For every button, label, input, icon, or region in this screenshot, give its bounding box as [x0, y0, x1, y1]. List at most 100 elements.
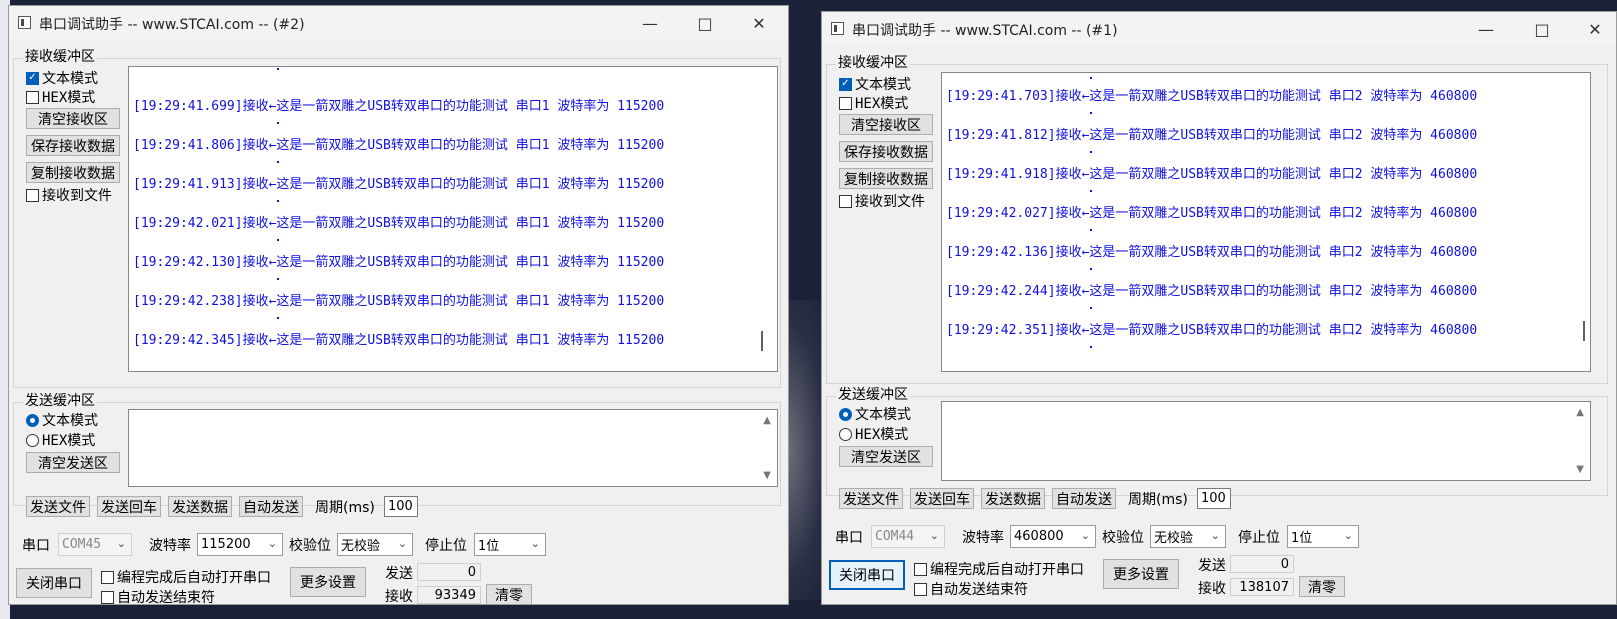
send-return-button[interactable]: 发送回车 [910, 488, 974, 509]
port-label: 串口 [22, 538, 50, 554]
scroll-down-icon[interactable]: ▼ [1576, 464, 1584, 475]
auto-open-checkbox[interactable]: 编程完成后自动打开串口 [914, 559, 1084, 579]
rx-scrollbar-thumb[interactable] [761, 331, 763, 351]
checkbox-icon [26, 90, 39, 104]
send-textbox[interactable]: ▲ ▼ [128, 409, 778, 487]
copy-receive-button[interactable]: 复制接收数据 [839, 168, 933, 189]
send-textbox[interactable]: ▲ ▼ [941, 401, 1591, 481]
maximize-icon[interactable]: □ [682, 6, 728, 40]
radio-selected-icon [839, 407, 852, 421]
save-receive-button[interactable]: 保存接收数据 [839, 141, 933, 162]
more-settings-button[interactable]: 更多设置 [1103, 559, 1179, 589]
receive-group-label: 接收缓冲区 [836, 52, 910, 72]
rx-text-mode-label: 文本模式 [855, 77, 911, 93]
rx-line: [19:29:42.136]接收←这是一箭双雕之USB转双串口的功能测试 串口2… [946, 245, 1478, 260]
sent-count-label: 发送 [385, 566, 413, 582]
close-icon[interactable]: ✕ [1572, 12, 1616, 46]
receive-textbox[interactable]: [19:29:41.699]接收←这是一箭双雕之USB转双串口的功能测试 串口1… [128, 66, 778, 372]
chevron-down-icon: ⌄ [267, 537, 277, 550]
rx-line: [19:29:42.345]接收←这是一箭双雕之USB转双串口的功能测试 串口1… [133, 333, 665, 348]
tx-hex-mode-radio[interactable]: HEX模式 [26, 430, 95, 450]
minimize-icon[interactable]: — [1463, 12, 1509, 46]
port-select[interactable]: COM45 ⌄ [58, 533, 132, 556]
copy-receive-button[interactable]: 复制接收数据 [26, 162, 120, 183]
auto-send-button[interactable]: 自动发送 [1052, 488, 1116, 509]
clear-counts-button[interactable]: 清零 [1299, 576, 1345, 597]
stop-bit-label: 停止位 [425, 538, 467, 554]
title-bar[interactable]: 串口调试助手 -- www.STCAI.com -- (#1) — □ ✕ [822, 12, 1616, 46]
receive-to-file-checkbox[interactable]: 接收到文件 [26, 185, 112, 205]
auto-open-checkbox[interactable]: 编程完成后自动打开串口 [101, 567, 271, 587]
send-group-label: 发送缓冲区 [836, 384, 910, 404]
send-data-button[interactable]: 发送数据 [168, 496, 232, 517]
send-return-button[interactable]: 发送回车 [97, 496, 161, 517]
rx-text-mode-checkbox[interactable]: ✓ 文本模式 [839, 74, 911, 94]
close-port-button[interactable]: 关闭串口 [16, 568, 92, 598]
checkbox-icon [839, 194, 852, 208]
rx-hex-mode-label: HEX模式 [855, 96, 909, 112]
send-file-button[interactable]: 发送文件 [26, 496, 90, 517]
rx-dot-marker [1090, 77, 1092, 79]
stop-bit-value: 1位 [478, 539, 500, 554]
checkbox-checked-icon: ✓ [839, 77, 852, 91]
chevron-down-icon: ⌄ [1210, 529, 1220, 542]
more-settings-button[interactable]: 更多设置 [290, 567, 366, 597]
title-bar[interactable]: 串口调试助手 -- www.STCAI.com -- (#2) — □ ✕ [9, 6, 788, 40]
tx-text-mode-radio[interactable]: 文本模式 [839, 404, 911, 424]
port-value: COM45 [62, 537, 102, 552]
parity-value: 无校验 [341, 539, 381, 554]
tx-text-mode-radio[interactable]: 文本模式 [26, 410, 98, 430]
radio-icon [26, 433, 39, 447]
rx-dot-marker [277, 278, 279, 280]
period-label: 周期(ms) [315, 500, 375, 516]
window-title: 串口调试助手 -- www.STCAI.com -- (#1) [852, 23, 1118, 39]
auto-send-end-checkbox[interactable]: 自动发送结束符 [914, 579, 1028, 599]
clear-send-button[interactable]: 清空发送区 [26, 452, 120, 473]
rx-dot-marker [277, 317, 279, 319]
save-receive-button[interactable]: 保存接收数据 [26, 135, 120, 156]
clear-counts-button[interactable]: 清零 [486, 584, 532, 604]
rx-hex-mode-checkbox[interactable]: HEX模式 [839, 93, 908, 113]
close-port-button[interactable]: 关闭串口 [829, 560, 905, 590]
period-input[interactable]: 100 [384, 496, 418, 517]
sent-count-value: 0 [1230, 555, 1294, 573]
receive-to-file-checkbox[interactable]: 接收到文件 [839, 191, 925, 211]
auto-send-button[interactable]: 自动发送 [239, 496, 303, 517]
rx-text-mode-checkbox[interactable]: ✓ 文本模式 [26, 68, 98, 88]
maximize-icon[interactable]: □ [1519, 12, 1565, 46]
scroll-up-icon[interactable]: ▲ [1576, 407, 1584, 418]
rx-line: [19:29:42.021]接收←这是一箭双雕之USB转双串口的功能测试 串口1… [133, 216, 665, 231]
port-select[interactable]: COM44 ⌄ [871, 525, 945, 548]
receive-group-label: 接收缓冲区 [23, 46, 97, 66]
chevron-down-icon: ⌄ [397, 537, 407, 550]
clear-send-button[interactable]: 清空发送区 [839, 446, 933, 467]
send-file-button[interactable]: 发送文件 [839, 488, 903, 509]
stop-bit-select[interactable]: 1位 ⌄ [474, 533, 546, 556]
rx-hex-mode-checkbox[interactable]: HEX模式 [26, 87, 95, 107]
stop-bit-select[interactable]: 1位 ⌄ [1287, 525, 1359, 548]
parity-select[interactable]: 无校验 ⌄ [1150, 525, 1226, 548]
receive-textbox[interactable]: [19:29:41.703]接收←这是一箭双雕之USB转双串口的功能测试 串口2… [941, 72, 1591, 372]
scroll-down-icon[interactable]: ▼ [763, 470, 771, 481]
send-data-button[interactable]: 发送数据 [981, 488, 1045, 509]
auto-send-end-checkbox[interactable]: 自动发送结束符 [101, 587, 215, 604]
send-group-label: 发送缓冲区 [23, 390, 97, 410]
clear-receive-button[interactable]: 清空接收区 [839, 114, 933, 135]
tx-hex-mode-radio[interactable]: HEX模式 [839, 424, 908, 444]
checkbox-icon [101, 570, 114, 584]
close-icon[interactable]: ✕ [736, 6, 782, 40]
tx-text-mode-label: 文本模式 [855, 407, 911, 423]
baud-select[interactable]: 115200 ⌄ [197, 533, 283, 556]
parity-select[interactable]: 无校验 ⌄ [337, 533, 413, 556]
serial-window-2: 串口调试助手 -- www.STCAI.com -- (#2) — □ ✕ 接收… [8, 5, 789, 605]
rx-scrollbar-thumb[interactable] [1583, 321, 1585, 341]
minimize-icon[interactable]: — [627, 6, 673, 40]
rx-dot-marker [277, 200, 279, 202]
rx-hex-mode-label: HEX模式 [42, 90, 96, 106]
baud-select[interactable]: 460800 ⌄ [1010, 525, 1096, 548]
clear-receive-button[interactable]: 清空接收区 [26, 108, 120, 129]
scroll-up-icon[interactable]: ▲ [763, 415, 771, 426]
checkbox-icon [839, 96, 852, 110]
baud-value: 460800 [1014, 529, 1064, 544]
period-input[interactable]: 100 [1197, 488, 1231, 509]
